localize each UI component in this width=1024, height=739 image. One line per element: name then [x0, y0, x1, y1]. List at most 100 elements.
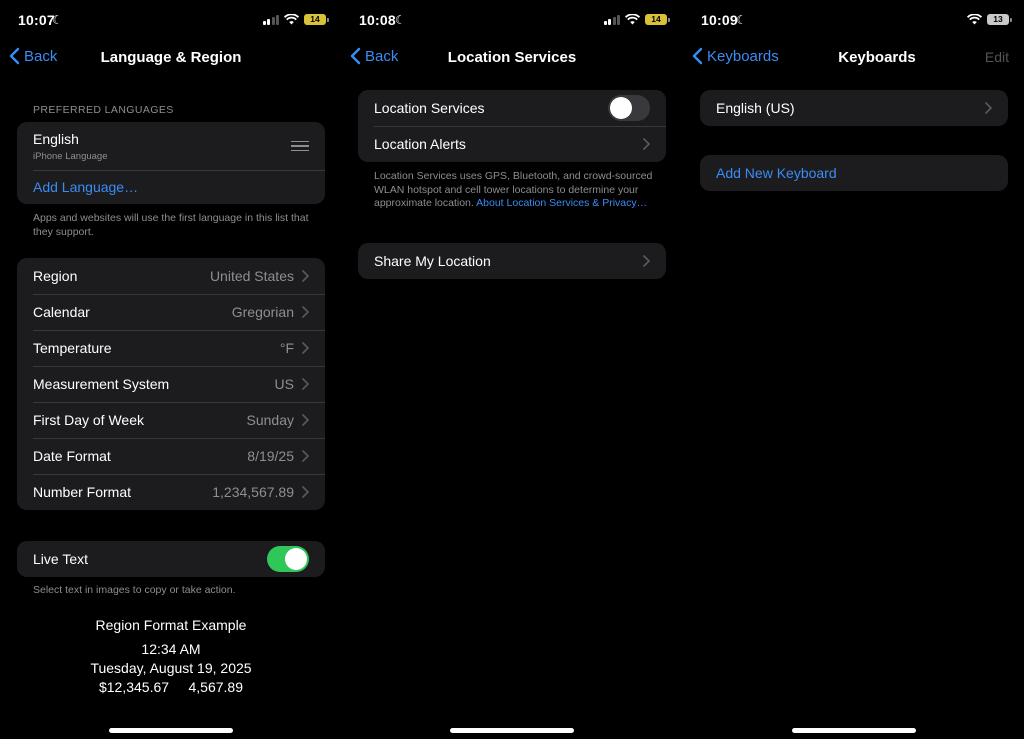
status-bar: 10:07 ☾ 14: [0, 12, 342, 30]
back-button[interactable]: Keyboards: [691, 47, 779, 65]
back-button[interactable]: Back: [349, 47, 398, 65]
share-my-location-label: Share My Location: [374, 253, 491, 269]
chevron-right-icon: [302, 486, 309, 498]
setting-row-first-day-of-week[interactable]: First Day of Week Sunday: [17, 402, 325, 438]
setting-label: Region: [33, 268, 78, 284]
chevron-right-icon: [643, 138, 650, 150]
setting-value: Gregorian: [231, 304, 294, 320]
battery-icon: 14: [304, 14, 329, 25]
add-language-button[interactable]: Add Language…: [17, 170, 325, 204]
region-format-example-title: Region Format Example: [95, 617, 247, 633]
chevron-left-icon: [692, 47, 703, 65]
about-location-privacy-link[interactable]: About Location Services & Privacy…: [476, 197, 647, 209]
location-services-toggle[interactable]: [608, 95, 650, 121]
battery-icon: 14: [645, 14, 670, 25]
chevron-left-icon: [9, 47, 20, 65]
location-services-group: Location Services Location Alerts: [358, 90, 666, 162]
example-date: Tuesday, August 19, 2025: [90, 660, 252, 676]
back-button-label: Back: [365, 47, 399, 65]
setting-value: Sunday: [246, 412, 294, 428]
wifi-icon: [625, 14, 640, 25]
chevron-right-icon: [302, 414, 309, 426]
chevron-right-icon: [302, 306, 309, 318]
chevron-right-icon: [643, 255, 650, 267]
navigation-bar: Back Location Services: [341, 44, 683, 72]
language-subtitle: iPhone Language: [33, 150, 108, 162]
share-my-location-row[interactable]: Share My Location: [358, 243, 666, 279]
location-services-note: Location Services uses GPS, Bluetooth, a…: [374, 170, 664, 211]
cellular-signal-icon: [262, 14, 279, 25]
keyboards-list-group: English (US): [700, 90, 1008, 126]
navigation-bar: Back Language & Region: [0, 44, 342, 72]
battery-icon: 13: [987, 14, 1012, 25]
keyboards-screen: 10:09 ☾ 13 Keyboards Keyboards Edit Engl…: [683, 0, 1024, 739]
setting-value: US: [274, 376, 294, 392]
cellular-signal-icon: [603, 14, 620, 25]
edit-button[interactable]: Edit: [985, 49, 1009, 65]
chevron-right-icon: [985, 102, 992, 114]
share-location-group: Share My Location: [358, 243, 666, 279]
setting-row-number-format[interactable]: Number Format 1,234,567.89: [17, 474, 325, 510]
language-row-english[interactable]: English iPhone Language: [17, 122, 325, 170]
moon-icon: ☾: [52, 13, 63, 27]
wifi-icon: [284, 14, 299, 25]
language-region-screen: 10:07 ☾ 14 Back Language & Region PREFER…: [0, 0, 342, 739]
preferred-languages-group: English iPhone Language Add Language…: [17, 122, 325, 204]
live-text-toggle[interactable]: [267, 546, 309, 572]
setting-label: Date Format: [33, 448, 111, 464]
live-text-group: Live Text: [17, 541, 325, 577]
setting-row-calendar[interactable]: Calendar Gregorian: [17, 294, 325, 330]
status-bar: 10:09 ☾ 13: [683, 12, 1024, 30]
wifi-icon: [967, 14, 982, 25]
location-alerts-label: Location Alerts: [374, 136, 466, 152]
moon-icon: ☾: [395, 13, 406, 27]
moon-icon: ☾: [736, 13, 747, 27]
setting-label: Number Format: [33, 484, 132, 500]
back-button-label: Back: [24, 47, 58, 65]
chevron-right-icon: [302, 270, 309, 282]
languages-note: Apps and websites will use the first lan…: [33, 212, 309, 238]
navigation-bar: Keyboards Keyboards Edit: [683, 44, 1024, 72]
location-services-row: Location Services: [358, 90, 666, 126]
setting-row-region[interactable]: Region United States: [17, 258, 325, 294]
add-language-label: Add Language…: [33, 179, 139, 195]
setting-row-measurement-system[interactable]: Measurement System US: [17, 366, 325, 402]
live-text-label: Live Text: [33, 551, 88, 567]
status-time: 10:07: [18, 12, 55, 28]
back-button[interactable]: Back: [8, 47, 57, 65]
setting-label: Calendar: [33, 304, 90, 320]
setting-row-temperature[interactable]: Temperature °F: [17, 330, 325, 366]
chevron-left-icon: [350, 47, 361, 65]
chevron-right-icon: [302, 450, 309, 462]
keyboard-row-english-us[interactable]: English (US): [700, 90, 1008, 126]
back-button-label: Keyboards: [707, 47, 779, 65]
home-indicator[interactable]: [109, 728, 233, 733]
add-new-keyboard-label: Add New Keyboard: [716, 165, 837, 181]
setting-label: First Day of Week: [33, 412, 144, 428]
chevron-right-icon: [302, 342, 309, 354]
add-new-keyboard-button[interactable]: Add New Keyboard: [700, 155, 1008, 191]
live-text-note: Select text in images to copy or take ac…: [33, 584, 236, 596]
setting-label: Measurement System: [33, 376, 170, 392]
language-name: English: [33, 130, 79, 147]
home-indicator[interactable]: [450, 728, 574, 733]
status-time: 10:08: [359, 12, 396, 28]
location-alerts-row[interactable]: Location Alerts: [358, 126, 666, 162]
location-services-screen: 10:08 ☾ 14 Back Location Services Locati…: [341, 0, 683, 739]
setting-row-date-format[interactable]: Date Format 8/19/25: [17, 438, 325, 474]
preferred-languages-header: PREFERRED LANGUAGES: [33, 104, 174, 116]
reorder-handle-icon[interactable]: [291, 140, 309, 152]
location-services-label: Location Services: [374, 100, 485, 116]
add-keyboard-group: Add New Keyboard: [700, 155, 1008, 191]
setting-value: United States: [209, 268, 294, 284]
example-time: 12:34 AM: [141, 641, 201, 657]
setting-value: °F: [279, 340, 294, 356]
status-time: 10:09: [701, 12, 738, 28]
chevron-right-icon: [302, 378, 309, 390]
region-settings-group: Region United States Calendar Gregorian Temp…: [17, 258, 325, 510]
setting-value: 8/19/25: [247, 448, 294, 464]
setting-label: Temperature: [33, 340, 112, 356]
keyboard-label: English (US): [716, 100, 795, 116]
home-indicator[interactable]: [792, 728, 916, 733]
example-numbers: $12,345.67 4,567.89: [98, 679, 243, 695]
